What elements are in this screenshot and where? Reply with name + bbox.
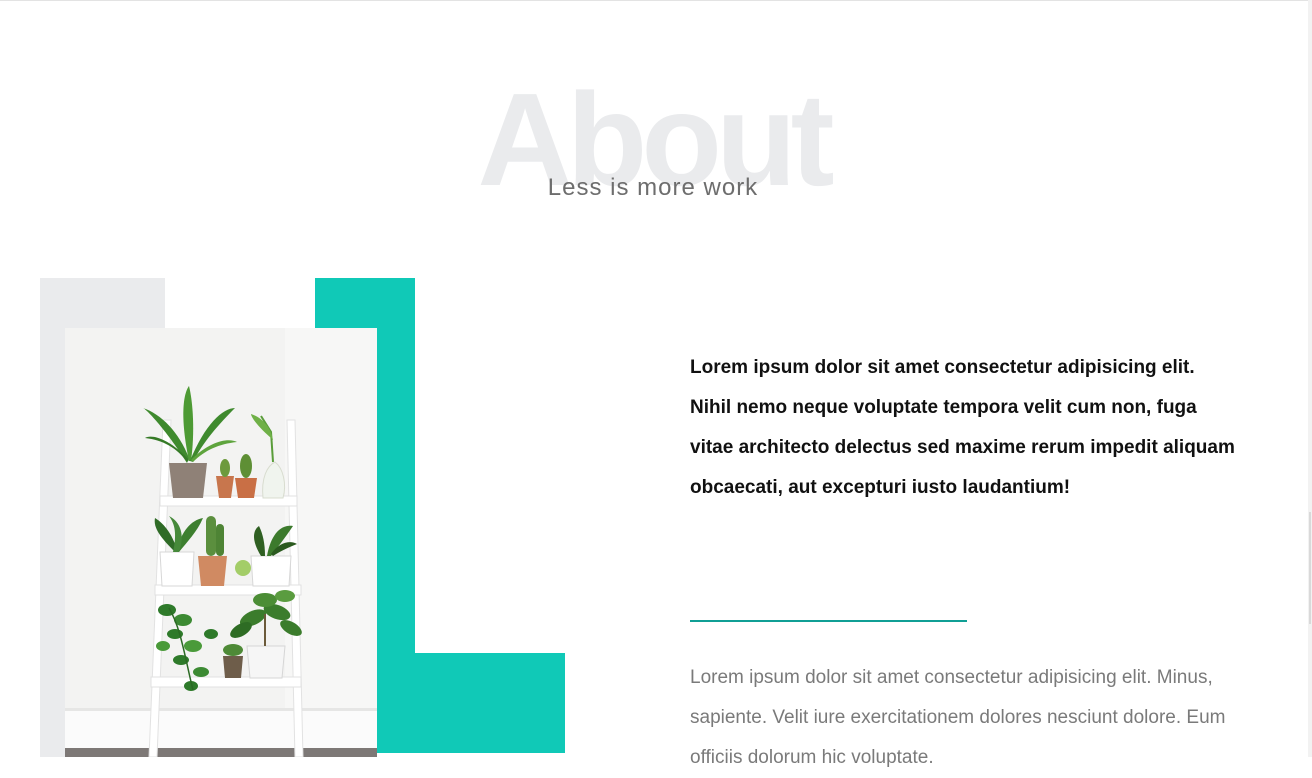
about-subtitle: Less is more work <box>547 174 759 201</box>
top-border <box>0 0 1312 1</box>
about-lead-paragraph: Lorem ipsum dolor sit amet consectetur a… <box>690 357 1235 498</box>
plant-shelf-photo <box>65 328 377 757</box>
about-body-paragraph: Lorem ipsum dolor sit amet consectetur a… <box>690 667 1226 768</box>
decorative-accent-foot <box>415 653 565 753</box>
about-heading: About Less is more work <box>0 60 1312 230</box>
section-divider <box>690 620 967 622</box>
scrollbar-thumb[interactable] <box>1309 512 1311 624</box>
